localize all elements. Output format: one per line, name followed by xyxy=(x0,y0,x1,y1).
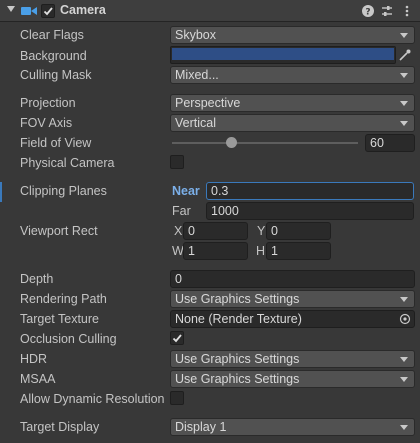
fov-axis-label: FOV Axis xyxy=(20,116,73,130)
field-of-view-slider-thumb[interactable] xyxy=(226,137,238,148)
occlusion-culling-checkbox[interactable] xyxy=(170,331,184,345)
focus-indicator xyxy=(0,182,2,202)
allow-dynamic-resolution-label: Allow Dynamic Resolution xyxy=(20,392,165,406)
target-display-dropdown[interactable]: Display 1 xyxy=(170,418,415,436)
dropdown-arrow-icon xyxy=(400,73,408,78)
far-label: Far xyxy=(172,204,191,218)
rendering-path-value: Use Graphics Settings xyxy=(175,292,300,306)
background-color-field[interactable] xyxy=(170,46,396,64)
culling-mask-label: Culling Mask xyxy=(20,68,92,82)
dropdown-arrow-icon xyxy=(400,425,408,430)
viewport-y-value: 0 xyxy=(271,224,278,238)
preset-icon[interactable] xyxy=(380,4,394,18)
occlusion-culling-label: Occlusion Culling xyxy=(20,332,117,346)
svg-text:?: ? xyxy=(365,8,370,18)
viewport-x-input[interactable]: 0 xyxy=(183,222,248,240)
component-enabled-checkbox[interactable] xyxy=(41,4,55,18)
component-title: Camera xyxy=(60,3,106,17)
fov-axis-dropdown[interactable]: Vertical xyxy=(170,114,415,132)
rendering-path-label: Rendering Path xyxy=(20,292,107,306)
clipping-planes-label: Clipping Planes xyxy=(20,184,107,198)
clear-flags-label: Clear Flags xyxy=(20,28,84,42)
viewport-w-input[interactable]: 1 xyxy=(183,242,248,260)
dropdown-arrow-icon xyxy=(400,101,408,106)
background-label: Background xyxy=(20,49,87,63)
viewport-x-label: X xyxy=(174,224,183,238)
target-texture-value: None (Render Texture) xyxy=(175,312,302,326)
projection-dropdown[interactable]: Perspective xyxy=(170,94,415,112)
dropdown-arrow-icon xyxy=(400,377,408,382)
allow-dynamic-resolution-checkbox[interactable] xyxy=(170,391,184,405)
dropdown-arrow-icon xyxy=(400,297,408,302)
more-menu-icon[interactable] xyxy=(400,4,414,18)
clear-flags-value: Skybox xyxy=(175,28,216,42)
field-of-view-input[interactable]: 60 xyxy=(365,134,415,152)
field-of-view-value: 60 xyxy=(370,136,384,150)
viewport-h-input[interactable]: 1 xyxy=(266,242,331,260)
help-icon[interactable]: ? xyxy=(361,4,375,18)
rendering-path-dropdown[interactable]: Use Graphics Settings xyxy=(170,290,415,308)
hdr-dropdown[interactable]: Use Graphics Settings xyxy=(170,350,415,368)
camera-icon xyxy=(21,7,37,15)
far-clip-value: 1000 xyxy=(211,204,239,218)
field-of-view-label: Field of View xyxy=(20,136,92,150)
dropdown-arrow-icon xyxy=(400,33,408,38)
culling-mask-dropdown[interactable]: Mixed... xyxy=(170,66,415,84)
hdr-label: HDR xyxy=(20,352,48,366)
hdr-value: Use Graphics Settings xyxy=(175,352,300,366)
fold-arrow-icon[interactable] xyxy=(7,6,15,12)
viewport-rect-label: Viewport Rect xyxy=(20,224,98,238)
fov-axis-value: Vertical xyxy=(175,116,216,130)
viewport-h-value: 1 xyxy=(271,244,278,258)
culling-mask-value: Mixed... xyxy=(175,68,219,82)
msaa-value: Use Graphics Settings xyxy=(175,372,300,386)
near-clip-input[interactable]: 0.3 xyxy=(206,182,414,200)
field-of-view-slider-track[interactable] xyxy=(172,142,358,144)
physical-camera-label: Physical Camera xyxy=(20,156,115,170)
msaa-label: MSAA xyxy=(20,372,56,386)
depth-input[interactable]: 0 xyxy=(170,270,415,288)
projection-value: Perspective xyxy=(175,96,241,110)
eyedropper-icon[interactable] xyxy=(398,48,412,62)
viewport-y-label: Y xyxy=(257,224,266,238)
background-color-swatch xyxy=(172,48,394,60)
viewport-x-value: 0 xyxy=(188,224,195,238)
viewport-w-value: 1 xyxy=(188,244,195,258)
msaa-dropdown[interactable]: Use Graphics Settings xyxy=(170,370,415,388)
near-clip-value: 0.3 xyxy=(211,184,229,198)
near-label: Near xyxy=(172,184,200,198)
target-texture-label: Target Texture xyxy=(20,312,99,326)
target-display-value: Display 1 xyxy=(175,420,227,434)
projection-label: Projection xyxy=(20,96,76,110)
physical-camera-checkbox[interactable] xyxy=(170,155,184,169)
viewport-y-input[interactable]: 0 xyxy=(266,222,331,240)
target-texture-field[interactable]: None (Render Texture) xyxy=(170,310,415,328)
dropdown-arrow-icon xyxy=(400,357,408,362)
depth-label: Depth xyxy=(20,272,54,286)
clear-flags-dropdown[interactable]: Skybox xyxy=(170,26,415,44)
object-picker-icon[interactable] xyxy=(399,313,411,325)
target-display-label: Target Display xyxy=(20,420,100,434)
component-header[interactable]: Camera ? xyxy=(0,0,420,22)
depth-value: 0 xyxy=(175,272,182,286)
viewport-h-label: H xyxy=(256,244,266,258)
far-clip-input[interactable]: 1000 xyxy=(206,202,414,220)
dropdown-arrow-icon xyxy=(400,121,408,126)
